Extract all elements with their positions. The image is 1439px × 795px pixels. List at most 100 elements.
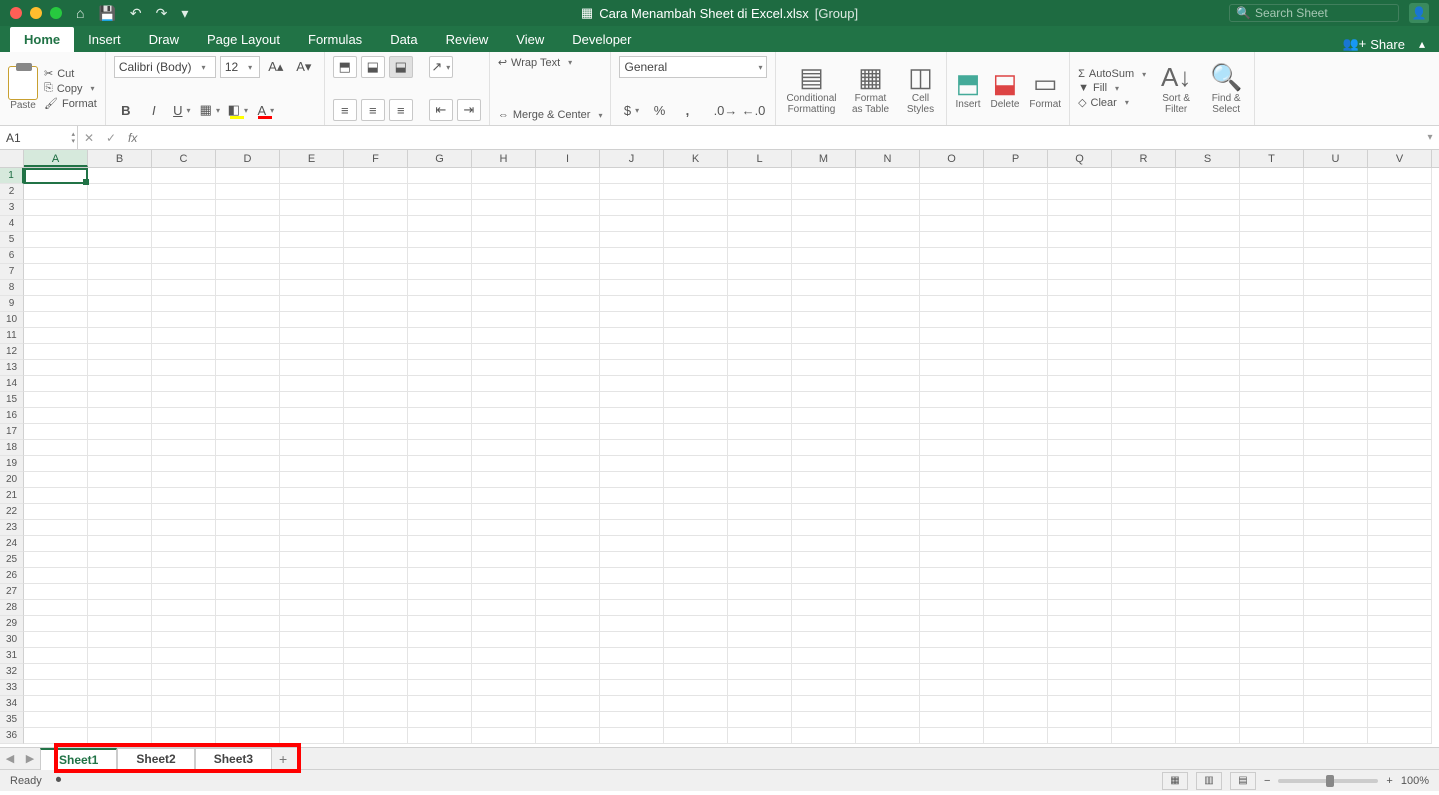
cell[interactable]	[792, 552, 856, 568]
cell[interactable]	[24, 184, 88, 200]
cell[interactable]	[88, 472, 152, 488]
cell[interactable]	[280, 184, 344, 200]
cell[interactable]	[792, 264, 856, 280]
cell[interactable]	[216, 536, 280, 552]
cell[interactable]	[1304, 520, 1368, 536]
cell[interactable]	[88, 360, 152, 376]
cell[interactable]	[1112, 248, 1176, 264]
cell[interactable]	[1304, 504, 1368, 520]
cell[interactable]	[1240, 408, 1304, 424]
cell[interactable]	[664, 568, 728, 584]
cell[interactable]	[1112, 168, 1176, 184]
cell[interactable]	[472, 392, 536, 408]
cell[interactable]	[600, 488, 664, 504]
cell[interactable]	[1048, 344, 1112, 360]
cell[interactable]	[1048, 392, 1112, 408]
cell[interactable]	[1240, 360, 1304, 376]
cell[interactable]	[856, 712, 920, 728]
cell[interactable]	[920, 664, 984, 680]
cell[interactable]	[216, 616, 280, 632]
align-top-icon[interactable]: ⬒	[333, 56, 357, 78]
cell[interactable]	[1112, 616, 1176, 632]
zoom-in-icon[interactable]: +	[1386, 775, 1392, 787]
cell[interactable]	[1048, 248, 1112, 264]
cell[interactable]	[1240, 472, 1304, 488]
cell[interactable]	[664, 376, 728, 392]
cell[interactable]	[920, 200, 984, 216]
cell[interactable]	[408, 280, 472, 296]
cell[interactable]	[1368, 632, 1432, 648]
cell[interactable]	[1176, 616, 1240, 632]
cell[interactable]	[216, 584, 280, 600]
undo-icon[interactable]: ↶	[130, 5, 142, 22]
cell[interactable]	[856, 728, 920, 744]
cell[interactable]	[344, 696, 408, 712]
row-header[interactable]: 33	[0, 680, 24, 696]
cell[interactable]	[1368, 328, 1432, 344]
column-header[interactable]: R	[1112, 150, 1176, 167]
column-header[interactable]: O	[920, 150, 984, 167]
cell[interactable]	[856, 680, 920, 696]
cell[interactable]	[1176, 248, 1240, 264]
cell[interactable]	[1240, 696, 1304, 712]
cell[interactable]	[1048, 536, 1112, 552]
row-header[interactable]: 20	[0, 472, 24, 488]
cell[interactable]	[24, 536, 88, 552]
cell[interactable]	[792, 584, 856, 600]
cell[interactable]	[1048, 568, 1112, 584]
ribbon-tab-review[interactable]: Review	[432, 27, 503, 52]
cell[interactable]	[536, 712, 600, 728]
row-header[interactable]: 15	[0, 392, 24, 408]
cell[interactable]	[984, 680, 1048, 696]
cell[interactable]	[1240, 552, 1304, 568]
cell[interactable]	[24, 344, 88, 360]
cell[interactable]	[792, 248, 856, 264]
cell[interactable]	[664, 168, 728, 184]
cell[interactable]	[344, 472, 408, 488]
cell[interactable]	[728, 600, 792, 616]
cell[interactable]	[1240, 344, 1304, 360]
cell[interactable]	[664, 632, 728, 648]
cell[interactable]	[1112, 696, 1176, 712]
row-header[interactable]: 32	[0, 664, 24, 680]
add-sheet-button[interactable]: +	[272, 751, 294, 767]
cell[interactable]	[216, 600, 280, 616]
cell[interactable]	[1112, 232, 1176, 248]
cell[interactable]	[280, 296, 344, 312]
cell[interactable]	[408, 344, 472, 360]
cell[interactable]	[1048, 328, 1112, 344]
cell[interactable]	[792, 168, 856, 184]
cell[interactable]	[472, 360, 536, 376]
cell[interactable]	[1368, 616, 1432, 632]
cell[interactable]	[664, 264, 728, 280]
cell[interactable]	[984, 616, 1048, 632]
cell[interactable]	[728, 232, 792, 248]
cell[interactable]	[1048, 728, 1112, 744]
page-layout-view-icon[interactable]: ▥	[1196, 772, 1222, 790]
cell[interactable]	[344, 296, 408, 312]
cell[interactable]	[88, 376, 152, 392]
cell[interactable]	[1048, 360, 1112, 376]
cell[interactable]	[88, 552, 152, 568]
cell[interactable]	[728, 344, 792, 360]
cell[interactable]	[856, 328, 920, 344]
cell[interactable]	[408, 296, 472, 312]
cell[interactable]	[1048, 312, 1112, 328]
cell[interactable]	[536, 664, 600, 680]
cell[interactable]	[472, 296, 536, 312]
cell[interactable]	[1112, 712, 1176, 728]
cell[interactable]	[1048, 472, 1112, 488]
cell[interactable]	[536, 680, 600, 696]
formula-input[interactable]	[143, 126, 1421, 149]
cell[interactable]	[1240, 248, 1304, 264]
cell[interactable]	[280, 360, 344, 376]
percent-icon[interactable]: %	[647, 99, 671, 121]
cell[interactable]	[1048, 488, 1112, 504]
cell[interactable]	[280, 200, 344, 216]
cell[interactable]	[1368, 440, 1432, 456]
cell[interactable]	[88, 520, 152, 536]
cell[interactable]	[728, 584, 792, 600]
clear-button[interactable]: ◇Clear▾	[1078, 96, 1146, 109]
cell[interactable]	[856, 616, 920, 632]
cell[interactable]	[344, 616, 408, 632]
